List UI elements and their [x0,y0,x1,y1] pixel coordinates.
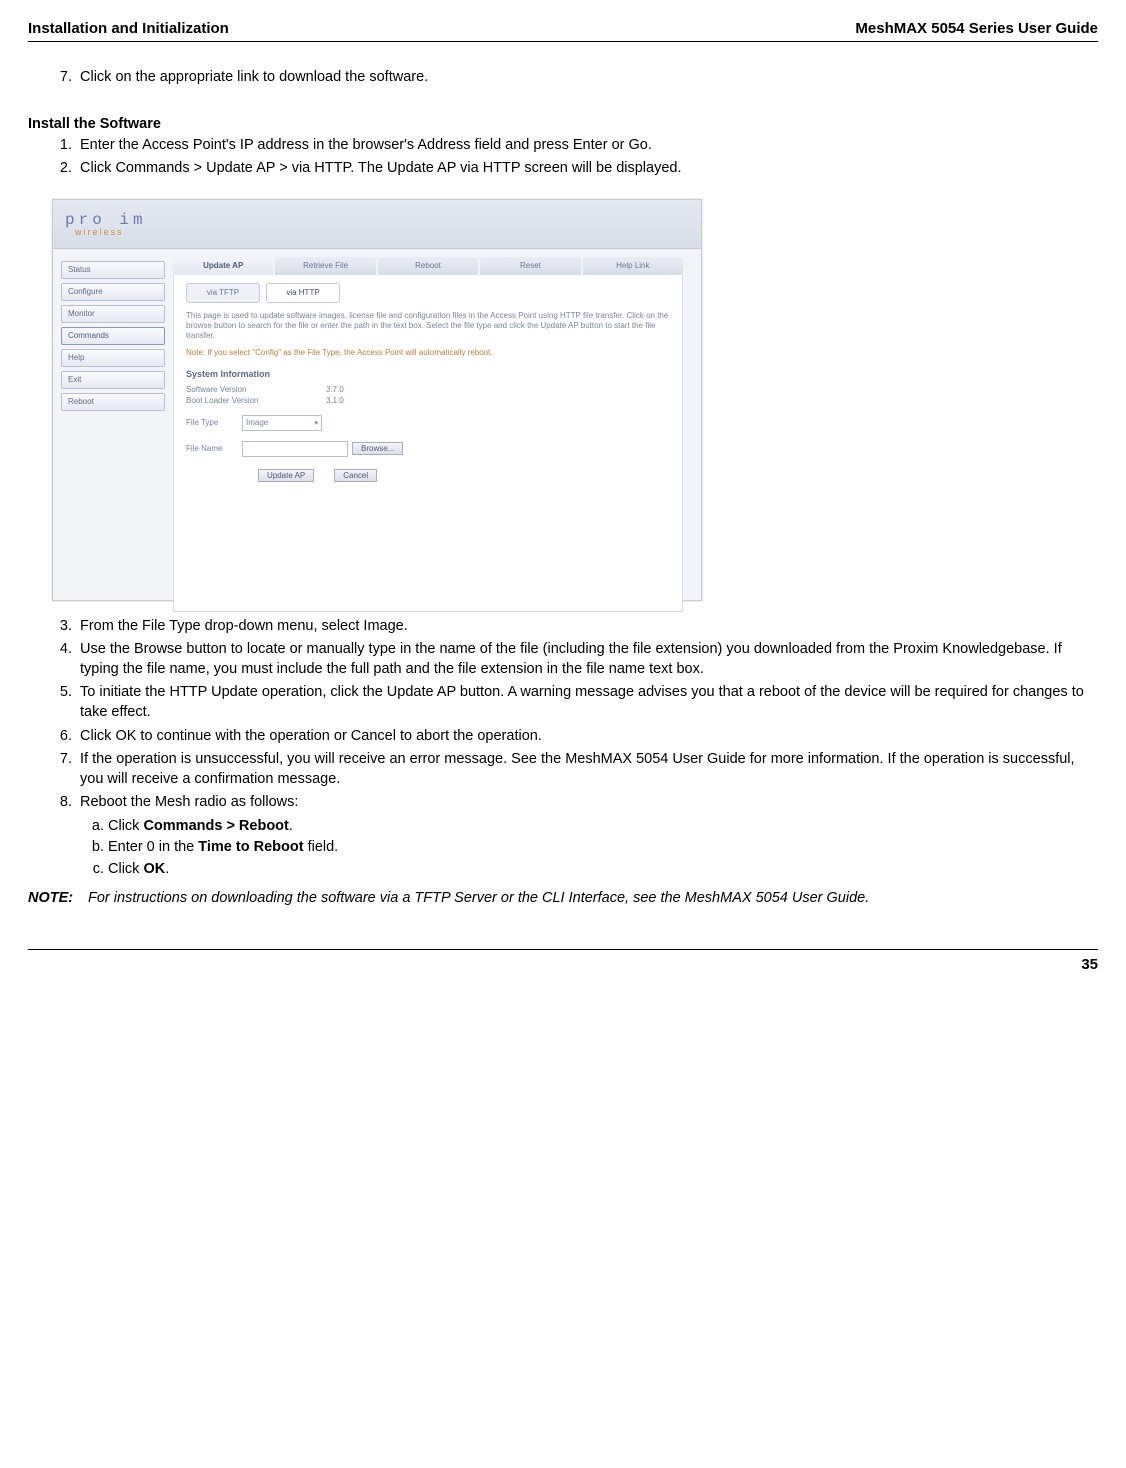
screenshot-sidebar: Status Configure Monitor Commands Help E… [53,249,173,601]
tab-reboot[interactable]: Reboot [378,257,478,275]
step-8: Reboot the Mesh radio as follows: Click … [76,793,1098,879]
step-7: If the operation is unsuccessful, you wi… [76,750,1098,789]
tab-reset[interactable]: Reset [480,257,580,275]
panel-description: This page is used to update software ima… [186,311,670,342]
sidebar-exit[interactable]: Exit [61,371,165,389]
sidebar-configure[interactable]: Configure [61,283,165,301]
header-left: Installation and Initialization [28,20,229,37]
sidebar-reboot[interactable]: Reboot [61,393,165,411]
install-steps-list-b: From the File Type drop-down menu, selec… [28,617,1098,880]
cancel-button[interactable]: Cancel [334,469,377,482]
subtab-via-tftp[interactable]: via TFTP [186,283,260,303]
step-6: Click OK to continue with the operation … [76,727,1098,747]
sidebar-help[interactable]: Help [61,349,165,367]
step-5: To initiate the HTTP Update operation, c… [76,683,1098,722]
note-block: NOTE: For instructions on downloading th… [28,889,1098,909]
pre-section-list: Click on the appropriate link to downloa… [28,68,1098,88]
step-8c: Click OK. [108,860,1098,880]
page-number: 35 [28,956,1098,973]
screenshot-header: pro im wireless [53,200,701,249]
header-right: MeshMAX 5054 Series User Guide [855,20,1098,37]
pre-step-7: Click on the appropriate link to downloa… [76,68,1098,88]
step-8-text: Reboot the Mesh radio as follows: [80,794,298,810]
system-info-heading: System Information [186,369,670,379]
subtab-via-http[interactable]: via HTTP [266,283,340,303]
step-2: Click Commands > Update AP > via HTTP. T… [76,159,1098,179]
header-rule [28,41,1098,42]
software-version-value: 3.7.0 [326,385,344,394]
step-8a: Click Commands > Reboot. [108,817,1098,837]
bootloader-version-value: 3.1.0 [326,396,344,405]
bootloader-version-label: Boot Loader Version [186,396,326,405]
tab-help-link[interactable]: Help Link [583,257,683,275]
section-title: Install the Software [28,116,1098,132]
file-type-select[interactable]: Image [242,415,322,431]
logo-text: pro im [65,211,147,229]
sidebar-commands[interactable]: Commands [61,327,165,345]
browse-button[interactable]: Browse... [352,442,403,455]
footer-rule [28,949,1098,950]
panel-warning: Note: If you select "Config" as the File… [186,348,670,357]
note-body: For instructions on downloading the soft… [88,889,869,909]
step-4: Use the Browse button to locate or manua… [76,640,1098,679]
install-steps-list-a: Enter the Access Point's IP address in t… [28,136,1098,179]
step-8-sublist: Click Commands > Reboot. Enter 0 in the … [80,817,1098,880]
file-type-value: Image [246,418,268,427]
panel: via TFTP via HTTP This page is used to u… [173,275,683,612]
sidebar-status[interactable]: Status [61,261,165,279]
chevron-down-icon [314,418,318,427]
tab-retrieve-file[interactable]: Retrieve File [275,257,375,275]
file-name-label: File Name [186,444,242,453]
tab-update-ap[interactable]: Update AP [173,257,273,275]
step-1: Enter the Access Point's IP address in t… [76,136,1098,156]
screenshot-update-ap: pro im wireless Status Configure Monitor… [52,199,702,601]
software-version-label: Software Version [186,385,326,394]
sidebar-monitor[interactable]: Monitor [61,305,165,323]
step-3: From the File Type drop-down menu, selec… [76,617,1098,637]
step-8b: Enter 0 in the Time to Reboot field. [108,838,1098,858]
file-type-label: File Type [186,418,242,427]
update-ap-button[interactable]: Update AP [258,469,314,482]
top-tabs: Update AP Retrieve File Reboot Reset Hel… [173,257,683,275]
file-name-input[interactable] [242,441,348,457]
note-label: NOTE: [28,889,88,909]
